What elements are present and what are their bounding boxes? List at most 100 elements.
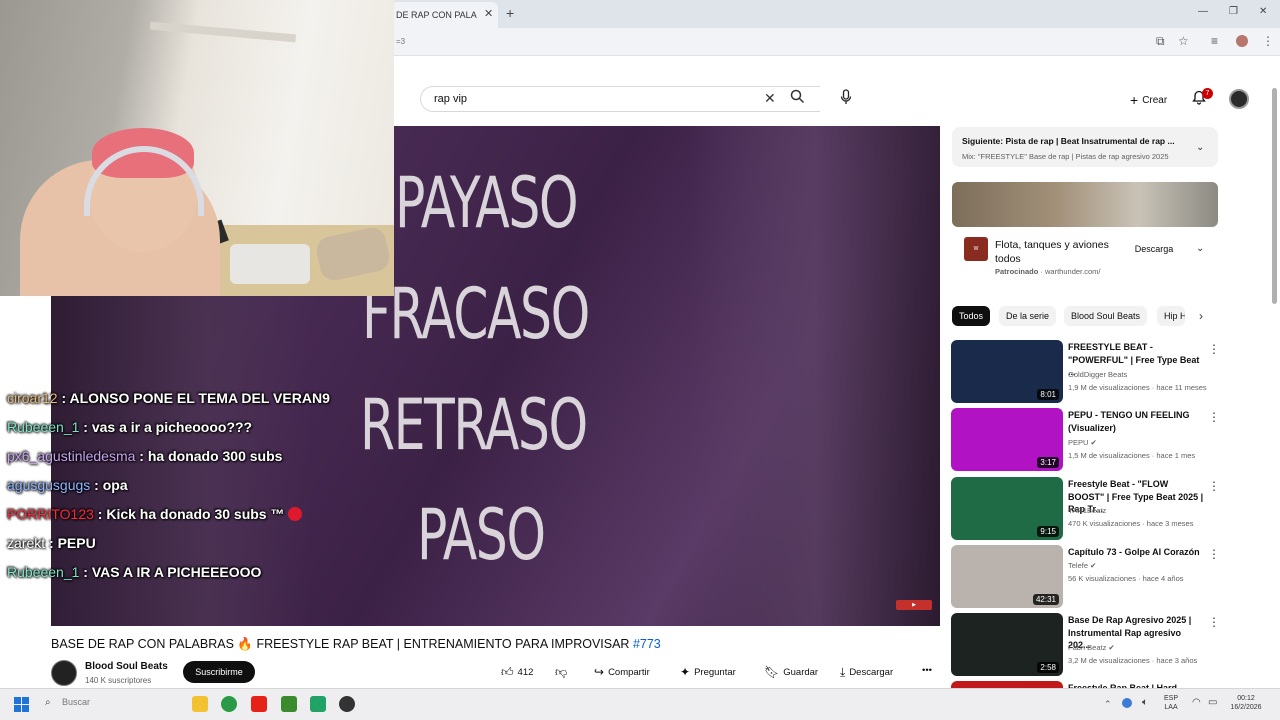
search-icon[interactable] (790, 89, 805, 108)
rec-channel[interactable]: YAR1Beatz (1068, 506, 1106, 515)
reading-list-icon[interactable]: ≡ (1211, 34, 1218, 48)
lang-code: ESP (1164, 695, 1179, 702)
chat-text: : ALONSO PONE EL TEMA DEL VERAN9 (57, 390, 330, 406)
taskbar-search-icon[interactable]: ⌕ (45, 697, 51, 708)
wifi-icon[interactable]: ◠ (1192, 697, 1201, 708)
video-hashtag[interactable]: #773 (633, 637, 661, 651)
ad-banner-image[interactable] (952, 182, 1218, 227)
clock-time: 00:12 (1237, 695, 1255, 702)
rec-thumbnail[interactable]: 8:01 (951, 340, 1063, 403)
chrome-icon[interactable] (221, 696, 237, 712)
rec-thumbnail[interactable]: 2:58 (951, 613, 1063, 676)
chat-text: : ha donado 300 subs (135, 448, 283, 464)
tray-app-icon[interactable] (1122, 698, 1132, 708)
up-next-card[interactable] (952, 127, 1218, 167)
ask-button[interactable]: ✦ Preguntar (680, 665, 736, 679)
tray-volume-icon[interactable]: 🔈︎ (1142, 697, 1148, 708)
clock[interactable]: 00:12 16/2/2026 (1228, 694, 1264, 712)
chat-username: px6_agustinledesma (7, 448, 136, 464)
chevron-right-icon[interactable]: › (1199, 309, 1203, 323)
chevron-down-icon[interactable]: ⌄ (1196, 142, 1204, 153)
save-button[interactable]: 🔖︎ Guardar (764, 665, 818, 679)
chat-text: : opa (90, 477, 128, 493)
rec-more-icon[interactable]: ⋮ (1208, 547, 1220, 561)
close-tab-icon[interactable]: ✕ (484, 7, 493, 20)
rec-duration: 42:31 (1032, 594, 1059, 605)
dislike-button[interactable]: 👎︎ (555, 665, 571, 680)
rec-meta: 470 K visualizaciones · hace 3 meses (1068, 519, 1194, 528)
windows-start-icon[interactable] (14, 697, 29, 717)
chip-de-la-serie[interactable]: De la serie (999, 306, 1057, 326)
chevron-down-icon[interactable]: ⌄ (1196, 243, 1204, 254)
close-window-button[interactable]: ✕ (1259, 6, 1267, 17)
minecraft-icon[interactable] (281, 696, 297, 712)
channel-avatar[interactable] (51, 660, 77, 686)
battery-icon[interactable]: ▭ (1208, 697, 1217, 708)
create-button[interactable]: + Crear (1130, 92, 1167, 108)
rec-thumbnail[interactable]: 42:31 (951, 545, 1063, 608)
rec-channel[interactable]: GoldDigger Beats (1068, 370, 1127, 379)
channel-subscribers: 140 K suscriptores (85, 676, 152, 685)
maximize-button[interactable]: ❐ (1229, 6, 1238, 17)
excel-icon[interactable] (310, 696, 326, 712)
new-tab-button[interactable]: + (506, 5, 514, 21)
search-box[interactable] (420, 86, 820, 112)
notification-badge: 7 (1202, 88, 1213, 99)
url-text[interactable]: =3 (396, 37, 405, 46)
account-avatar[interactable] (1229, 89, 1249, 109)
ad-title[interactable]: Flota, tanques y aviones todos (995, 238, 1115, 266)
subscribe-watermark-icon[interactable]: ▶ (896, 600, 932, 610)
page-scrollbar[interactable] (1272, 88, 1277, 304)
rec-channel[interactable]: PEPU ✔ (1068, 438, 1097, 447)
rec-more-icon[interactable]: ⋮ (1208, 410, 1220, 424)
taskbar-search-input[interactable]: Buscar (62, 697, 90, 707)
chip-hip-hop[interactable]: Hip H (1157, 306, 1185, 326)
rec-more-icon[interactable]: ⋮ (1208, 615, 1220, 629)
youtube-icon[interactable] (251, 696, 267, 712)
microphone-icon[interactable] (840, 89, 852, 108)
subscribe-button[interactable]: Suscribirme (183, 661, 255, 683)
chat-message: px6_agustinledesma : ha donado 300 subs (7, 448, 282, 464)
tray-chevron-up-icon[interactable]: ⌃ (1104, 699, 1112, 710)
save-label: Guardar (783, 667, 819, 678)
lyric-line: FRACASO (362, 273, 590, 355)
rec-channel[interactable]: Fabri Beatz ✔ (1068, 643, 1115, 652)
more-actions-button[interactable]: ••• (922, 665, 932, 676)
rec-more-icon[interactable]: ⋮ (1208, 342, 1220, 356)
like-button[interactable]: 👍︎ 412 (501, 665, 533, 680)
file-explorer-icon[interactable] (192, 696, 208, 712)
share-button[interactable]: ↪ Compartir (594, 665, 650, 679)
browser-menu-icon[interactable]: ⋮ (1262, 34, 1274, 48)
chat-username: agusgusgugs (7, 477, 91, 493)
rec-thumbnail[interactable] (951, 681, 1063, 688)
rec-more-icon[interactable]: ⋮ (1208, 479, 1220, 493)
clear-search-icon[interactable]: ✕ (764, 90, 776, 107)
rec-title[interactable]: PEPU - TENGO UN FEELING (Visualizer) (1068, 409, 1204, 434)
chat-username: PORRITO123 (7, 506, 94, 522)
browser-tab[interactable]: DE RAP CON PALA (388, 2, 498, 28)
lyric-line: PASO (417, 494, 546, 576)
thumbs-up-icon: 👍︎ (501, 665, 514, 679)
install-app-icon[interactable]: ⧉ (1156, 34, 1165, 49)
rec-channel[interactable]: Telefe ✔ (1068, 561, 1096, 570)
rec-title[interactable]: Capítulo 73 - Golpe Al Corazón (1068, 546, 1204, 559)
profile-avatar[interactable] (1236, 35, 1248, 47)
rec-duration: 8:01 (1037, 389, 1059, 400)
keyboard-language[interactable]: ESP LAA (1164, 694, 1178, 712)
chat-message: Rubeeen_1 : vas a ir a picheoooo??? (7, 419, 252, 435)
ad-download-button[interactable]: Descarga (1122, 240, 1186, 258)
chip-todos[interactable]: Todos (952, 306, 991, 326)
chat-text: : vas a ir a picheoooo??? (79, 419, 253, 435)
channel-name[interactable]: Blood Soul Beats (85, 661, 168, 672)
rec-meta: 1,9 M de visualizaciones · hace 11 meses (1068, 383, 1207, 392)
rec-thumbnail[interactable]: 3:17 (951, 408, 1063, 471)
chip-blood-soul-beats[interactable]: Blood Soul Beats (1064, 306, 1148, 326)
download-button[interactable]: ⤓ Descargar (840, 665, 893, 680)
rec-thumbnail[interactable]: 9:15 (951, 477, 1063, 540)
chat-message: agusgusgugs : opa (7, 477, 128, 493)
bookmark-star-icon[interactable]: ☆ (1178, 34, 1189, 48)
obs-icon[interactable] (339, 696, 355, 712)
search-input[interactable]: rap vip (434, 93, 467, 105)
minimize-button[interactable]: — (1198, 6, 1208, 17)
rec-meta: 1,5 M de visualizaciones · hace 1 mes (1068, 451, 1196, 460)
